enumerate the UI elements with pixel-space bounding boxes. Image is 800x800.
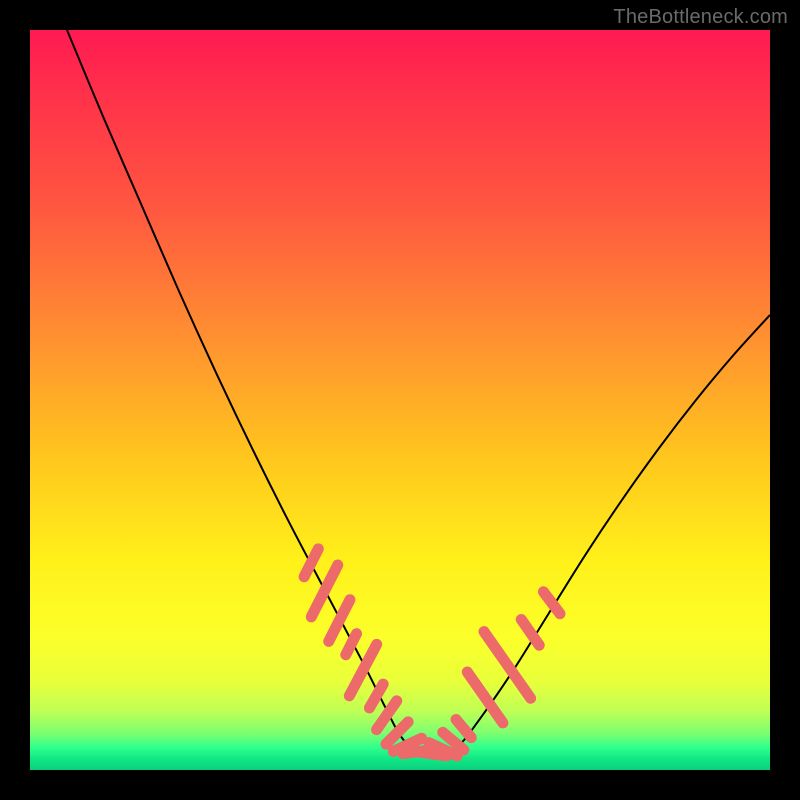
curve-marker xyxy=(297,541,326,584)
attribution-label: TheBottleneck.com xyxy=(613,6,788,29)
curve-marker xyxy=(514,612,547,653)
chart-frame: TheBottleneck.com xyxy=(0,0,800,800)
plot-area xyxy=(30,30,770,770)
bottleneck-curve xyxy=(67,30,770,755)
curve-marker xyxy=(460,664,511,730)
curve-layer xyxy=(30,30,770,770)
